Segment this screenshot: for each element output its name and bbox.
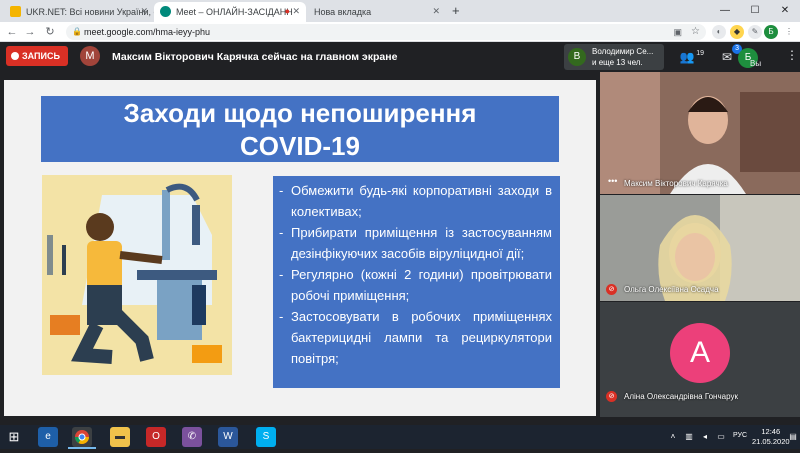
presenter-avatar: M	[80, 46, 100, 66]
plumber-illustration-image	[42, 175, 232, 375]
network-icon[interactable]: ▥	[684, 432, 694, 442]
avatar: B	[568, 48, 586, 66]
people-button[interactable]: 👥 19	[676, 46, 704, 68]
tab-label: Нова вкладка	[314, 7, 372, 17]
people-icon: 👥	[679, 50, 695, 64]
new-tab-button[interactable]: +	[452, 3, 460, 18]
plumber-illustration	[42, 175, 232, 375]
ukrnet-favicon-icon	[10, 6, 21, 17]
bullet-item: Застосовувати в робочих приміщеннях бакт…	[279, 306, 552, 369]
close-tab-icon[interactable]: ✕	[292, 6, 300, 17]
presenting-text: Максим Вікторович Карячка сейчас на глав…	[112, 51, 398, 63]
battery-icon[interactable]: ▭	[716, 432, 726, 442]
participant-chip-more: и еще 13 чел.	[592, 58, 643, 67]
tab-meet[interactable]: Meet – ОНЛАЙН-ЗАСІДАНН ● ✕	[154, 2, 306, 22]
meet-favicon-icon	[160, 6, 171, 17]
file-explorer-icon[interactable]: ▬	[110, 427, 130, 447]
chrome-logo	[75, 430, 89, 444]
reload-icon[interactable]: ↻	[42, 24, 58, 40]
slide-title-line1: Заходи щодо непоширення	[123, 98, 477, 128]
participants-count: 19	[696, 50, 704, 57]
participant-tile[interactable]: ••• Максим Вікторович Карячка	[600, 72, 800, 194]
extension-icon[interactable]: ✎	[748, 25, 762, 39]
skype-icon[interactable]: S	[256, 427, 276, 447]
menu-icon[interactable]: ⋮	[782, 25, 796, 39]
bookmark-star-icon[interactable]: ☆	[691, 24, 700, 40]
recording-badge: ЗАПИСЬ	[6, 46, 68, 66]
profile-avatar[interactable]: Б	[764, 25, 778, 39]
clock-date: 21.05.2020	[752, 437, 790, 446]
participant-avatar: A	[670, 323, 730, 383]
chat-icon: ✉	[721, 50, 733, 64]
slide: Заходи щодо непоширення COVID-19 - Обмеж…	[4, 80, 596, 416]
participant-chip-name: Володимир Се...	[592, 47, 654, 56]
close-tab-icon[interactable]: ✕	[140, 6, 148, 17]
tab-label: UKR.NET: Всі новини України, ос	[26, 7, 154, 17]
chrome-icon[interactable]	[72, 427, 92, 447]
bullet-list: Обмежити будь-які корпоративні заходи в …	[273, 176, 560, 388]
opera-icon[interactable]: O	[146, 427, 166, 447]
tab-label: Meet – ОНЛАЙН-ЗАСІДАНН	[176, 7, 293, 17]
maximize-button[interactable]: ☐	[740, 0, 770, 22]
extension-icon[interactable]: ◐	[712, 25, 726, 39]
viber-icon[interactable]: ✆	[182, 427, 202, 447]
clock-time: 12:46	[761, 427, 781, 436]
participant-video	[600, 72, 800, 194]
notifications-icon[interactable]: ▤	[788, 432, 798, 442]
clock[interactable]: 12:46 21.05.2020	[752, 427, 790, 447]
windows-start-icon[interactable]: ⊞	[4, 427, 24, 447]
forward-icon[interactable]: →	[22, 24, 38, 40]
close-window-button[interactable]: ✕	[770, 0, 800, 22]
tab-new[interactable]: Нова вкладка ✕	[306, 2, 446, 22]
slide-title: Заходи щодо непоширення COVID-19	[41, 96, 559, 162]
close-tab-icon[interactable]: ✕	[432, 6, 440, 17]
tab-ukrnet[interactable]: UKR.NET: Всі новини України, ос ✕	[4, 2, 154, 22]
camera-icon[interactable]: ▣	[673, 24, 682, 40]
word-icon[interactable]: W	[218, 427, 238, 447]
chat-button[interactable]: ✉ 3	[716, 44, 742, 68]
tray-chevron-icon[interactable]: ˄	[668, 432, 678, 442]
more-dots-icon[interactable]: •••	[608, 176, 617, 186]
mic-off-icon: ⊘	[606, 391, 617, 402]
url-field[interactable]: 🔒 meet.google.com/hma-ieyy-phu ▣ ☆	[66, 24, 706, 40]
bullet-item: Регулярно (кожні 2 години) провітрювати …	[279, 264, 552, 306]
participant-name: Ольга Олексіївна Осадча	[624, 285, 719, 294]
back-icon[interactable]: ←	[4, 24, 20, 40]
extension-icon[interactable]: ◆	[730, 25, 744, 39]
participant-tile[interactable]: ⊘ Ольга Олексіївна Осадча	[600, 195, 800, 301]
bullet-item: Обмежити будь-які корпоративні заходи в …	[279, 180, 552, 222]
internet-explorer-icon[interactable]: e	[38, 427, 58, 447]
browser-tab-strip: UKR.NET: Всі новини України, ос ✕ Meet –…	[0, 0, 800, 22]
self-label: Вы	[750, 59, 762, 68]
more-options-icon[interactable]: ⋮	[786, 48, 798, 62]
slide-title-line2: COVID-19	[240, 131, 360, 161]
lock-icon: 🔒	[72, 27, 82, 36]
volume-icon[interactable]: ◂	[700, 432, 710, 442]
language-indicator[interactable]: РУС	[733, 432, 747, 439]
record-dot-icon	[11, 52, 19, 60]
minimize-button[interactable]: —	[710, 0, 740, 22]
participant-chip[interactable]: B Володимир Се... и еще 13 чел.	[564, 44, 664, 70]
participant-name: Максим Вікторович Карячка	[624, 179, 728, 188]
presentation-stage: Заходи щодо непоширення COVID-19 - Обмеж…	[0, 72, 600, 417]
participant-name: Аліна Олександрівна Гончарук	[624, 392, 738, 401]
bullet-item: Прибирати приміщення із застосуванням де…	[279, 222, 552, 264]
mic-off-icon: ⊘	[606, 284, 617, 295]
record-label: ЗАПИСЬ	[22, 51, 60, 61]
taskbar: ⊞ e ▬ O ✆ W S ˄ ▥ ◂ ▭ РУС 12:46 21.05.20…	[0, 425, 800, 449]
meet-header: ЗАПИСЬ M Максим Вікторович Карячка сейча…	[0, 42, 800, 72]
recording-dot-icon: ●	[284, 6, 290, 16]
url-text: meet.google.com/hma-ieyy-phu	[84, 27, 211, 37]
address-bar-row: ← → ↻ 🔒 meet.google.com/hma-ieyy-phu ▣ ☆…	[0, 22, 800, 42]
